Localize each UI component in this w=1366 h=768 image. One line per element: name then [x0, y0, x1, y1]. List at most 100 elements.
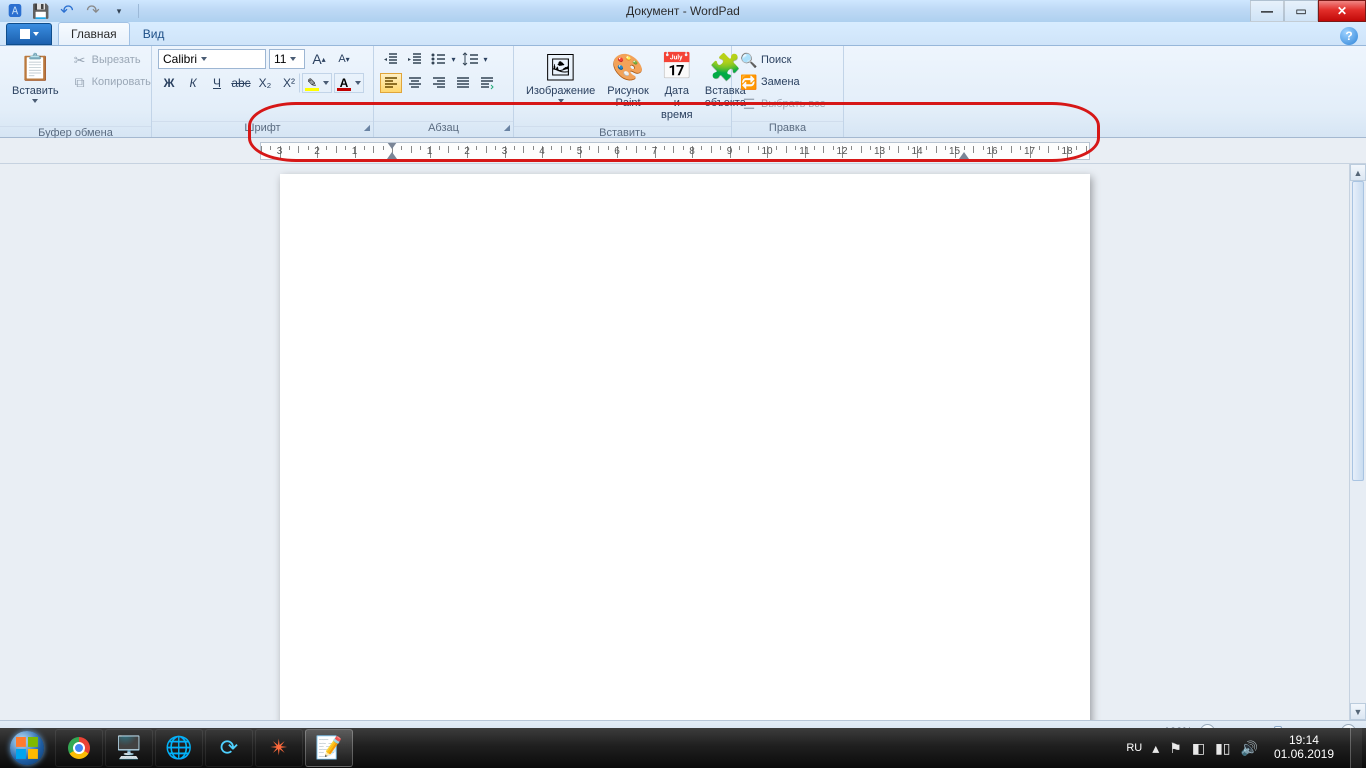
- qat-separator: [138, 4, 139, 18]
- tab-view[interactable]: Вид: [130, 22, 178, 45]
- underline-button[interactable]: Ч: [206, 73, 228, 93]
- font-color-button[interactable]: A: [334, 73, 364, 93]
- bold-button[interactable]: Ж: [158, 73, 180, 93]
- indent-icon: [407, 51, 423, 67]
- font-family-combo[interactable]: Calibri: [158, 49, 266, 69]
- tray-volume-icon[interactable]: 🔊: [1241, 740, 1258, 757]
- copy-label: Копировать: [92, 76, 151, 88]
- app-menu-button[interactable]: [6, 23, 52, 45]
- globe-icon: 🌐: [165, 735, 192, 761]
- help-button[interactable]: ?: [1340, 27, 1358, 45]
- find-button[interactable]: 🔍Поиск: [738, 49, 794, 71]
- cut-label: Вырезать: [92, 54, 141, 66]
- highlight-color-button[interactable]: ✎: [302, 73, 332, 93]
- taskbar-chrome[interactable]: [55, 729, 103, 767]
- group-paragraph: ▾ ▾ Абзац: [374, 46, 514, 137]
- paste-button[interactable]: 📋 Вставить: [6, 49, 65, 123]
- tray-chevron-up-icon[interactable]: ▴: [1152, 740, 1159, 757]
- show-desktop-button[interactable]: [1350, 728, 1362, 768]
- window-controls: — ▭ ✕: [1250, 0, 1366, 22]
- qat-app-icon[interactable]: 🅰: [4, 2, 26, 20]
- taskbar-app-4[interactable]: ⟳: [205, 729, 253, 767]
- tab-home[interactable]: Главная: [58, 22, 130, 45]
- grow-font-button[interactable]: A▴: [308, 49, 330, 69]
- copy-button[interactable]: ⧉ Копировать: [69, 71, 154, 93]
- windows-orb-icon: [10, 731, 44, 765]
- taskbar-wordpad[interactable]: 📝: [305, 729, 353, 767]
- increase-indent-button[interactable]: [404, 49, 426, 69]
- replace-button[interactable]: 🔁Замена: [738, 71, 803, 93]
- insert-paint-label: Рисунок Paint: [607, 85, 649, 109]
- align-right-button[interactable]: [428, 73, 450, 93]
- taskbar-app-5[interactable]: ✴: [255, 729, 303, 767]
- strike-button[interactable]: abc: [230, 73, 252, 93]
- decrease-indent-button[interactable]: [380, 49, 402, 69]
- monitor-icon: 🖥️: [115, 735, 142, 761]
- horizontal-ruler[interactable]: 321123456789101112131415161718: [260, 142, 1090, 160]
- scroll-thumb[interactable]: [1352, 181, 1364, 481]
- select-all-button[interactable]: ☰Выбрать все: [738, 93, 829, 115]
- chrome-icon: [68, 737, 90, 759]
- qat-save-icon[interactable]: 💾: [30, 2, 52, 20]
- taskbar-app-3[interactable]: 🌐: [155, 729, 203, 767]
- refresh-icon: ⟳: [220, 735, 238, 761]
- tray-network-icon[interactable]: ▮▯: [1215, 740, 1230, 757]
- tray-flag-icon[interactable]: ⚑: [1169, 740, 1182, 757]
- vertical-scrollbar[interactable]: ▲ ▼: [1349, 164, 1366, 720]
- tray-language[interactable]: RU: [1126, 742, 1142, 754]
- qat-redo-icon[interactable]: ↷: [82, 2, 104, 20]
- left-indent-marker[interactable]: [387, 152, 397, 160]
- maximize-button[interactable]: ▭: [1284, 0, 1318, 22]
- qat-undo-icon[interactable]: ↶: [56, 2, 78, 20]
- ribbon-tabs: Главная Вид ?: [0, 22, 1366, 46]
- insert-datetime-button[interactable]: 📅 Дата и время: [655, 49, 699, 123]
- scroll-track[interactable]: [1350, 181, 1366, 703]
- paragraph-icon: [480, 76, 494, 90]
- group-insert: 🖼 Изображение 🎨 Рисунок Paint 📅 Дата и в…: [514, 46, 732, 137]
- font-size-combo[interactable]: 11: [269, 49, 305, 69]
- tray-app-icon[interactable]: ◧: [1192, 740, 1205, 757]
- window-title: Документ - WordPad: [0, 4, 1366, 18]
- list-icon: [430, 51, 450, 67]
- taskbar-app-2[interactable]: 🖥️: [105, 729, 153, 767]
- minimize-button[interactable]: —: [1250, 0, 1284, 22]
- close-button[interactable]: ✕: [1318, 0, 1366, 22]
- align-center-button[interactable]: [404, 73, 426, 93]
- group-paragraph-label: Абзац: [374, 121, 513, 137]
- document-page[interactable]: [280, 174, 1090, 720]
- align-right-icon: [432, 76, 446, 90]
- align-left-icon: [384, 76, 398, 90]
- paragraph-dialog-button[interactable]: [476, 73, 498, 93]
- shrink-font-button[interactable]: A▾: [333, 49, 355, 69]
- bullets-button[interactable]: ▾: [428, 49, 458, 69]
- cut-button[interactable]: ✂ Вырезать: [69, 49, 154, 71]
- scroll-down-button[interactable]: ▼: [1350, 703, 1366, 720]
- qat-customize-icon[interactable]: ▾: [108, 2, 130, 20]
- line-spacing-icon: [462, 51, 482, 67]
- insert-picture-button[interactable]: 🖼 Изображение: [520, 49, 601, 123]
- gear-icon: ✴: [270, 735, 288, 761]
- chevron-down-icon: [32, 99, 38, 103]
- start-button[interactable]: [0, 728, 54, 768]
- replace-icon: 🔁: [741, 74, 757, 90]
- align-center-icon: [408, 76, 422, 90]
- align-left-button[interactable]: [380, 73, 402, 93]
- align-justify-button[interactable]: [452, 73, 474, 93]
- copy-icon: ⧉: [72, 74, 88, 90]
- subscript-button[interactable]: X₂: [254, 73, 276, 93]
- first-line-indent-marker[interactable]: [387, 142, 397, 150]
- right-indent-marker[interactable]: [959, 152, 969, 160]
- group-font: Calibri 11 A▴ A▾ Ж К Ч abc X₂ X² ✎ A: [152, 46, 374, 137]
- insert-paint-button[interactable]: 🎨 Рисунок Paint: [601, 49, 655, 123]
- picture-icon: 🖼: [545, 51, 577, 83]
- paint-icon: 🎨: [612, 51, 644, 83]
- superscript-button[interactable]: X²: [278, 73, 300, 93]
- font-size-value: 11: [274, 52, 286, 66]
- group-clipboard: 📋 Вставить ✂ Вырезать ⧉ Копировать Буфер…: [0, 46, 152, 137]
- find-label: Поиск: [761, 54, 791, 66]
- wordpad-icon: 📝: [315, 735, 342, 761]
- tray-clock[interactable]: 19:14 01.06.2019: [1268, 734, 1340, 762]
- italic-button[interactable]: К: [182, 73, 204, 93]
- scroll-up-button[interactable]: ▲: [1350, 164, 1366, 181]
- line-spacing-button[interactable]: ▾: [460, 49, 490, 69]
